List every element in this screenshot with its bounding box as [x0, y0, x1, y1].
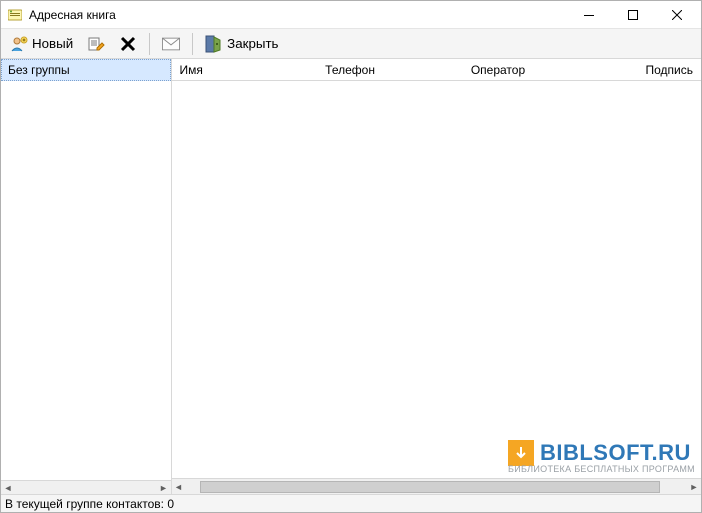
- status-text: В текущей группе контактов: 0: [5, 497, 174, 511]
- delete-icon: [119, 35, 137, 53]
- edit-button[interactable]: [82, 32, 110, 56]
- close-button[interactable]: Закрыть: [200, 32, 283, 56]
- exit-icon: [205, 35, 223, 53]
- maximize-button[interactable]: [611, 1, 655, 28]
- column-header-phone[interactable]: Телефон: [317, 59, 463, 80]
- column-header-signature[interactable]: Подпись: [638, 59, 702, 80]
- window-controls: [567, 1, 699, 28]
- scrollbar-thumb[interactable]: [200, 481, 660, 493]
- column-header-name[interactable]: Имя: [172, 59, 318, 80]
- close-button-label: Закрыть: [227, 36, 278, 51]
- scroll-left-icon: ◄: [172, 480, 186, 494]
- edit-icon: [87, 35, 105, 53]
- watermark-subtitle: БИБЛИОТЕКА БЕСПЛАТНЫХ ПРОГРАММ: [508, 464, 695, 474]
- send-message-button[interactable]: [157, 32, 185, 56]
- delete-button[interactable]: [114, 32, 142, 56]
- window-title: Адресная книга: [29, 8, 116, 22]
- watermark: BIBLSOFT.RU БИБЛИОТЕКА БЕСПЛАТНЫХ ПРОГРА…: [508, 440, 695, 474]
- group-item-no-group[interactable]: Без группы: [1, 59, 171, 81]
- app-window: Адресная книга: [0, 0, 702, 513]
- list-horizontal-scrollbar[interactable]: ◄ ►: [172, 478, 701, 494]
- groups-sidebar: Без группы ◄ ►: [1, 59, 172, 494]
- watermark-title: BIBLSOFT.RU: [540, 440, 691, 466]
- app-icon: [7, 7, 23, 23]
- scroll-right-icon: ►: [687, 480, 701, 494]
- minimize-button[interactable]: [567, 1, 611, 28]
- titlebar: Адресная книга: [1, 1, 701, 29]
- new-button-label: Новый: [32, 36, 73, 51]
- sidebar-horizontal-scrollbar[interactable]: ◄ ►: [1, 480, 171, 494]
- toolbar: Новый: [1, 29, 701, 59]
- list-body[interactable]: BIBLSOFT.RU БИБЛИОТЕКА БЕСПЛАТНЫХ ПРОГРА…: [172, 81, 701, 478]
- column-header-operator[interactable]: Оператор: [463, 59, 638, 80]
- column-headers: Имя Телефон Оператор Подпись: [172, 59, 701, 81]
- watermark-icon: [508, 440, 534, 466]
- group-item-label: Без группы: [8, 63, 70, 77]
- new-contact-icon: [10, 35, 28, 53]
- contacts-list: Имя Телефон Оператор Подпись BIBLSOFT.RU…: [172, 59, 701, 494]
- scroll-left-icon: ◄: [1, 481, 15, 495]
- status-bar: В текущей группе контактов: 0: [1, 494, 701, 512]
- envelope-icon: [162, 35, 180, 53]
- content-area: Без группы ◄ ► Имя Телефон Оператор Подп…: [1, 59, 701, 494]
- toolbar-separator: [192, 33, 193, 55]
- toolbar-separator: [149, 33, 150, 55]
- new-button[interactable]: Новый: [5, 32, 78, 56]
- close-window-button[interactable]: [655, 1, 699, 28]
- scroll-right-icon: ►: [157, 481, 171, 495]
